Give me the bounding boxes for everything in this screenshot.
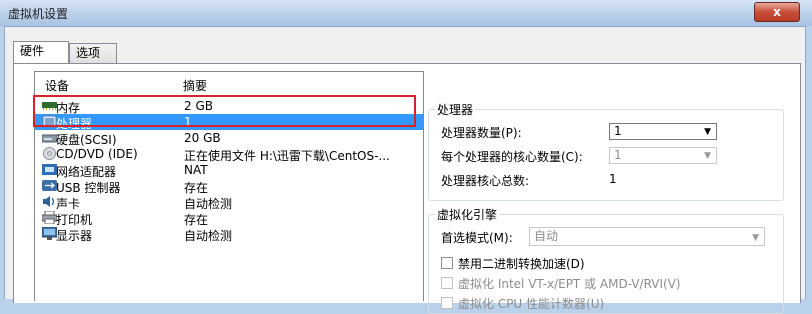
hard-disk-icon bbox=[41, 131, 58, 144]
device-summary: 20 GB bbox=[184, 131, 221, 145]
printer-icon bbox=[41, 210, 58, 225]
close-button[interactable]: x bbox=[754, 2, 800, 22]
device-name: 显示器 bbox=[56, 229, 93, 243]
column-header-device[interactable]: 设备 bbox=[45, 77, 69, 94]
tab-hardware[interactable]: 硬件 bbox=[13, 41, 69, 63]
device-name: CD/DVD (IDE) bbox=[56, 147, 138, 161]
processor-count-label: 处理器数量(P): bbox=[441, 126, 522, 140]
processor-icon bbox=[42, 115, 57, 128]
total-cores-value: 1 bbox=[609, 172, 617, 186]
cd-dvd-icon bbox=[42, 147, 57, 160]
tab-options[interactable]: 选项 bbox=[69, 43, 117, 63]
list-header: 设备 摘要 bbox=[35, 72, 423, 93]
column-header-summary[interactable]: 摘要 bbox=[183, 77, 207, 94]
device-row-processor[interactable]: 处理器 1 bbox=[35, 114, 423, 131]
device-row-display[interactable]: 显示器 自动检测 bbox=[35, 226, 423, 243]
usb-icon bbox=[42, 179, 57, 192]
disable-binary-translation-checkbox[interactable] bbox=[441, 257, 453, 269]
device-summary: 自动检测 bbox=[184, 229, 233, 243]
preferred-mode-select[interactable]: 自动 ▼ bbox=[529, 227, 765, 246]
vtx-label: 虚拟化 Intel VT-x/EPT 或 AMD-V/RVI(V) bbox=[458, 277, 681, 291]
vtx-checkbox[interactable] bbox=[441, 277, 453, 289]
cores-per-processor-value: 1 bbox=[614, 148, 622, 162]
device-row-usb[interactable]: USB 控制器 存在 bbox=[35, 178, 423, 195]
title-bar: 虚拟机设置 x bbox=[0, 0, 812, 26]
memory-icon bbox=[42, 99, 57, 112]
device-row-sound-card[interactable]: 声卡 自动检测 bbox=[35, 194, 423, 211]
chevron-down-icon: ▼ bbox=[752, 233, 759, 243]
device-row-network-adapter[interactable]: 网络适配器 NAT bbox=[35, 162, 423, 179]
chevron-down-icon: ▼ bbox=[704, 127, 711, 137]
cores-per-processor-label: 每个处理器的核心数量(C): bbox=[441, 150, 583, 164]
virtualization-group-title: 虚拟化引擎 bbox=[435, 206, 500, 223]
device-summary: NAT bbox=[184, 163, 208, 177]
device-row-cd-dvd[interactable]: CD/DVD (IDE) 正在使用文件 H:\迅雷下载\CentOS-... bbox=[35, 146, 423, 163]
device-list: 设备 摘要 内存 2 GB 处理器 1 硬盘(SCSI) 20 GB CD/DV… bbox=[34, 71, 424, 301]
cores-per-processor-select[interactable]: 1 ▼ bbox=[609, 147, 717, 164]
network-adapter-icon bbox=[42, 163, 57, 176]
virtualization-group: 虚拟化引擎 首选模式(M): 自动 ▼ 禁用二进制转换加速(D) 虚拟化 Int… bbox=[428, 206, 784, 314]
device-row-printer[interactable]: 打印机 存在 bbox=[35, 210, 423, 227]
device-summary: 1 bbox=[184, 115, 192, 129]
disable-binary-translation-label: 禁用二进制转换加速(D) bbox=[458, 257, 585, 271]
preferred-mode-value: 自动 bbox=[534, 229, 559, 243]
cpu-counters-checkbox[interactable] bbox=[441, 297, 453, 309]
sound-card-icon bbox=[42, 195, 57, 208]
total-cores-label: 处理器核心总数: bbox=[441, 174, 530, 188]
chevron-down-icon: ▼ bbox=[704, 151, 711, 161]
device-row-memory[interactable]: 内存 2 GB bbox=[35, 98, 423, 115]
preferred-mode-label: 首选模式(M): bbox=[441, 231, 513, 245]
display-icon bbox=[41, 226, 58, 240]
device-row-hard-disk[interactable]: 硬盘(SCSI) 20 GB bbox=[35, 130, 423, 147]
window-title: 虚拟机设置 bbox=[8, 7, 69, 21]
processor-count-select[interactable]: 1 ▼ bbox=[609, 123, 717, 140]
processor-group: 处理器 处理器数量(P): 1 ▼ 每个处理器的核心数量(C): 1 ▼ 处理器… bbox=[428, 101, 784, 201]
processor-group-title: 处理器 bbox=[435, 101, 476, 118]
processor-count-value: 1 bbox=[614, 124, 622, 138]
device-summary: 2 GB bbox=[184, 99, 213, 113]
